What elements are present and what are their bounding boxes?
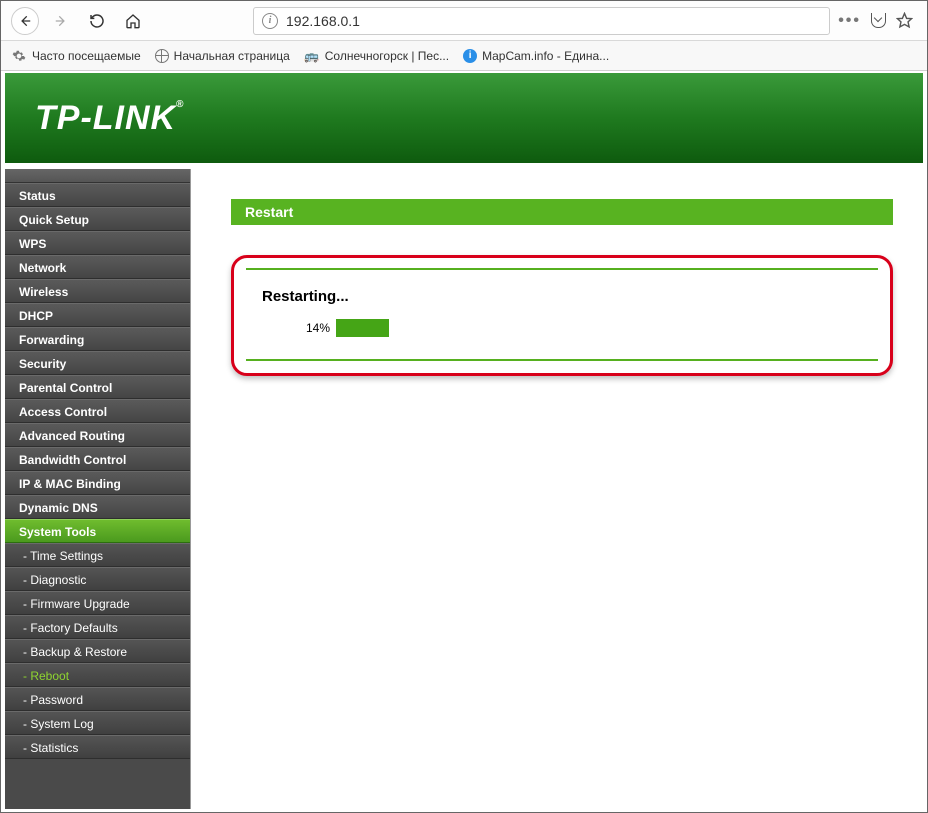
bookmark-label: Начальная страница [174, 49, 290, 63]
bookmark-frequent[interactable]: Часто посещаемые [11, 48, 141, 64]
home-icon [125, 13, 141, 29]
url-text: 192.168.0.1 [286, 13, 360, 29]
info-blue-icon: i [463, 49, 477, 63]
bookmark-label: Солнечногорск | Пес... [325, 49, 449, 63]
back-button[interactable] [11, 7, 39, 35]
globe-icon [155, 49, 169, 63]
arrow-right-icon [54, 14, 68, 28]
sidebar-item-quick-setup[interactable]: Quick Setup [5, 207, 190, 231]
reload-icon [89, 13, 105, 29]
restart-callout: Restarting... 14% [231, 255, 893, 376]
sidebar-item-advanced-routing[interactable]: Advanced Routing [5, 423, 190, 447]
sidebar-item-dhcp[interactable]: DHCP [5, 303, 190, 327]
bookmark-solnechnogorsk[interactable]: 🚌 Солнечногорск | Пес... [304, 48, 449, 64]
van-icon: 🚌 [304, 48, 320, 64]
site-info-icon[interactable]: i [262, 13, 278, 29]
router-header: TP-LINK® [5, 73, 923, 163]
reload-button[interactable] [83, 7, 111, 35]
sidebar-item-reboot[interactable]: - Reboot [5, 663, 190, 687]
main-content: Restart Restarting... 14% [191, 169, 923, 809]
brand-logo: TP-LINK® [35, 99, 184, 138]
address-bar[interactable]: i 192.168.0.1 [253, 7, 830, 35]
sidebar-item-parental-control[interactable]: Parental Control [5, 375, 190, 399]
sidebar-item-access-control[interactable]: Access Control [5, 399, 190, 423]
browser-toolbar: i 192.168.0.1 ••• [1, 1, 927, 41]
sidebar-item-statistics[interactable]: - Statistics [5, 735, 190, 759]
sidebar-item-network[interactable]: Network [5, 255, 190, 279]
sidebar-item-status[interactable]: Status [5, 183, 190, 207]
sidebar-item-system-log[interactable]: - System Log [5, 711, 190, 735]
progress-percent-text: 14% [296, 321, 330, 335]
progress-bar [336, 319, 716, 337]
sidebar-item-wps[interactable]: WPS [5, 231, 190, 255]
sidebar-item-bandwidth-control[interactable]: Bandwidth Control [5, 447, 190, 471]
restart-status-label: Restarting... [256, 288, 868, 305]
sidebar-item-system-tools[interactable]: System Tools [5, 519, 190, 543]
more-actions-icon[interactable]: ••• [838, 12, 861, 30]
bookmarks-bar: Часто посещаемые Начальная страница 🚌 Со… [1, 41, 927, 71]
sidebar-item-security[interactable]: Security [5, 351, 190, 375]
home-button[interactable] [119, 7, 147, 35]
pocket-icon[interactable] [871, 13, 886, 28]
bookmark-label: Часто посещаемые [32, 49, 141, 63]
router-page: TP-LINK® StatusQuick SetupWPSNetworkWire… [1, 71, 927, 809]
sidebar-item-forwarding[interactable]: Forwarding [5, 327, 190, 351]
sidebar-item-factory-defaults[interactable]: - Factory Defaults [5, 615, 190, 639]
sidebar-item-dynamic-dns[interactable]: Dynamic DNS [5, 495, 190, 519]
sidebar-spacer [5, 169, 190, 183]
divider [246, 359, 878, 361]
sidebar-nav: StatusQuick SetupWPSNetworkWirelessDHCPF… [5, 169, 191, 809]
bookmark-star-icon[interactable] [896, 12, 913, 29]
bookmark-homepage[interactable]: Начальная страница [155, 49, 290, 63]
sidebar-item-diagnostic[interactable]: - Diagnostic [5, 567, 190, 591]
sidebar-item-firmware-upgrade[interactable]: - Firmware Upgrade [5, 591, 190, 615]
sidebar-item-backup-restore[interactable]: - Backup & Restore [5, 639, 190, 663]
divider [246, 268, 878, 270]
arrow-left-icon [18, 14, 32, 28]
forward-button[interactable] [47, 7, 75, 35]
gear-icon [11, 48, 27, 64]
sidebar-item-time-settings[interactable]: - Time Settings [5, 543, 190, 567]
logo-trademark: ® [176, 99, 184, 110]
bookmark-label: MapCam.info - Едина... [482, 49, 609, 63]
progress-row: 14% [256, 319, 868, 337]
sidebar-item-wireless[interactable]: Wireless [5, 279, 190, 303]
bookmark-mapcam[interactable]: i MapCam.info - Едина... [463, 49, 609, 63]
progress-fill [336, 319, 389, 337]
sidebar-item-ip-mac-binding[interactable]: IP & MAC Binding [5, 471, 190, 495]
panel-title: Restart [231, 199, 893, 225]
logo-text: TP-LINK [35, 99, 176, 137]
sidebar-item-password[interactable]: - Password [5, 687, 190, 711]
